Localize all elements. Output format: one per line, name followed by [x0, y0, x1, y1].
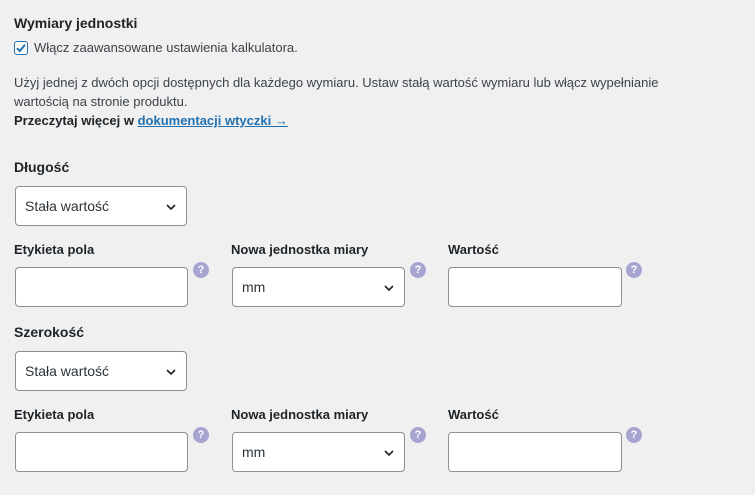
help-icon[interactable]: ? [626, 262, 642, 278]
width-field-label-input[interactable] [15, 432, 188, 472]
length-unit-select[interactable]: mm [232, 267, 405, 307]
checkmark-icon [16, 43, 26, 52]
length-field-label-input[interactable] [15, 267, 188, 307]
advanced-settings-label: Włącz zaawansowane ustawienia kalkulator… [34, 40, 298, 55]
chevron-down-icon [166, 204, 176, 211]
length-unit-value: mm [242, 279, 266, 295]
help-icon[interactable]: ? [626, 427, 642, 443]
read-more: Przeczytaj więcej w dokumentacji wtyczki… [14, 113, 288, 128]
advanced-settings-checkbox[interactable] [14, 40, 28, 55]
width-value-input[interactable] [448, 432, 622, 472]
length-mode-select[interactable]: Stała wartość [15, 186, 187, 226]
length-value-input[interactable] [448, 267, 622, 307]
length-value-caption: Wartość [448, 242, 499, 257]
length-heading: Długość [14, 159, 70, 175]
advanced-settings-row: Włącz zaawansowane ustawienia kalkulator… [14, 40, 298, 55]
chevron-down-icon [166, 369, 176, 376]
width-unit-value: mm [242, 444, 266, 460]
width-heading: Szerokość [14, 324, 85, 340]
length-mode-value: Stała wartość [25, 198, 110, 214]
read-more-prefix: Przeczytaj więcej w [14, 113, 134, 128]
help-icon[interactable]: ? [193, 262, 209, 278]
documentation-link[interactable]: dokumentacji wtyczki → [138, 113, 288, 128]
help-icon[interactable]: ? [410, 262, 426, 278]
width-unit-caption: Nowa jednostka miary [231, 407, 369, 422]
help-icon[interactable]: ? [193, 427, 209, 443]
length-unit-caption: Nowa jednostka miary [231, 242, 369, 257]
width-mode-select[interactable]: Stała wartość [15, 351, 187, 391]
length-field-label-caption: Etykieta pola [14, 242, 95, 257]
chevron-down-icon [384, 450, 394, 457]
help-icon[interactable]: ? [410, 427, 426, 443]
width-mode-value: Stała wartość [25, 363, 110, 379]
width-unit-select[interactable]: mm [232, 432, 405, 472]
description-text: Użyj jednej z dwóch opcji dostępnych dla… [14, 75, 659, 109]
chevron-down-icon [384, 285, 394, 292]
section-heading: Wymiary jednostki [14, 15, 138, 31]
width-value-caption: Wartość [448, 407, 499, 422]
width-field-label-caption: Etykieta pola [14, 407, 95, 422]
